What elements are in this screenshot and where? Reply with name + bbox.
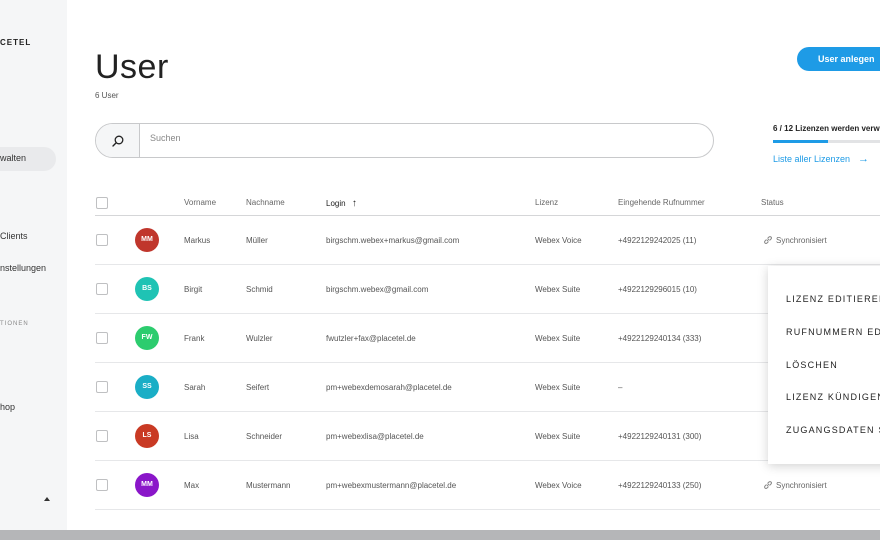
- cell-lizenz: Webex Voice: [535, 236, 582, 245]
- cell-nachname: Schmid: [246, 285, 273, 294]
- user-count: 6 User: [95, 91, 119, 100]
- sidebar-item-einstellungen[interactable]: nstellungen: [0, 263, 46, 273]
- cell-rufnummer: +4922129240133 (250): [618, 481, 702, 490]
- search-bar: [95, 123, 714, 158]
- row-checkbox[interactable]: [96, 430, 108, 442]
- cell-lizenz: Webex Suite: [535, 334, 581, 343]
- cell-vorname: Lisa: [184, 432, 199, 441]
- cell-login: pm+webexmustermann@placetel.de: [326, 481, 457, 490]
- search-input[interactable]: [150, 133, 650, 143]
- all-licenses-link-label: Liste aller Lizenzen: [773, 154, 851, 164]
- sidebar-item-user-verwalten[interactable]: walten: [0, 153, 26, 163]
- avatar: BS: [135, 277, 159, 301]
- arrow-right-icon: →: [858, 153, 870, 165]
- cell-login: fwutzler+fax@placetel.de: [326, 334, 416, 343]
- table-row[interactable]: SS Sarah Seifert pm+webexdemosarah@placetel…: [95, 363, 880, 412]
- row-checkbox[interactable]: [96, 479, 108, 491]
- table-header: Vorname Nachname Login ↑ Lizenz Eingehen…: [95, 191, 880, 216]
- status-badge: Synchronisiert: [763, 480, 827, 490]
- avatar: MM: [135, 473, 159, 497]
- table-body: MM Markus Müller birgschm.webex+markus@gmai…: [95, 216, 880, 510]
- cell-rufnummer: +4922129240131 (300): [618, 432, 702, 441]
- table-row[interactable]: FW Frank Wulzler fwutzler+fax@placetel.de We…: [95, 314, 880, 363]
- cell-lizenz: Webex Voice: [535, 481, 582, 490]
- link-icon: [764, 236, 772, 244]
- cell-vorname: Max: [184, 481, 200, 490]
- cell-login: birgschm.webex+markus@gmail.com: [326, 236, 460, 245]
- row-checkbox[interactable]: [96, 381, 108, 393]
- collapse-sidebar-icon[interactable]: [44, 497, 50, 501]
- avatar: LS: [135, 424, 159, 448]
- logo: CETEL: [0, 38, 32, 47]
- column-login-label: Login: [326, 199, 346, 208]
- column-rufnummer[interactable]: Eingehende Rufnummer: [618, 198, 705, 207]
- row-checkbox[interactable]: [96, 234, 108, 246]
- column-nachname[interactable]: Nachname: [246, 198, 285, 207]
- avatar: MM: [135, 228, 159, 252]
- cell-nachname: Schneider: [246, 432, 283, 441]
- cell-login: pm+webexlisa@placetel.de: [326, 432, 424, 441]
- table-row[interactable]: BS Birgit Schmid birgschm.webex@gmail.com We…: [95, 265, 880, 314]
- avatar: FW: [135, 326, 159, 350]
- sidebar-item-clients[interactable]: Clients: [0, 231, 28, 241]
- column-status[interactable]: Status: [761, 198, 784, 207]
- license-progress-bar: [773, 140, 880, 143]
- status-label: Synchronisiert: [776, 481, 827, 490]
- table-row[interactable]: LS Lisa Schneider pm+webexlisa@placetel.de W…: [95, 412, 880, 461]
- cell-vorname: Frank: [184, 334, 205, 343]
- cell-nachname: Mustermann: [246, 481, 291, 490]
- table-row[interactable]: MM Markus Müller birgschm.webex+markus@gmai…: [95, 216, 880, 265]
- menu-item-edit-license[interactable]: LIZENZ EDITIEREN: [786, 294, 880, 304]
- search-button[interactable]: [96, 124, 140, 157]
- add-user-button[interactable]: User anlegen: [797, 47, 880, 71]
- bottom-bar: [0, 530, 880, 540]
- users-table: Vorname Nachname Login ↑ Lizenz Eingehen…: [95, 191, 880, 510]
- select-all-checkbox[interactable]: [96, 197, 108, 209]
- status-badge: Synchronisiert: [763, 235, 827, 245]
- license-progress-fill: [773, 140, 828, 143]
- cell-rufnummer: +4922129242025 (11): [618, 236, 697, 245]
- cell-login: pm+webexdemosarah@placetel.de: [326, 383, 452, 392]
- cell-vorname: Birgit: [184, 285, 203, 294]
- cell-vorname: Sarah: [184, 383, 206, 392]
- sidebar: CETEL walten Clients nstellungen TIONEN …: [0, 0, 67, 530]
- menu-item-credentials[interactable]: ZUGANGSDATEN S: [786, 425, 880, 435]
- cell-nachname: Müller: [246, 236, 268, 245]
- menu-item-edit-numbers[interactable]: RUFNUMMERN EDI: [786, 327, 880, 337]
- cell-lizenz: Webex Suite: [535, 432, 581, 441]
- status-label: Synchronisiert: [776, 236, 827, 245]
- cell-nachname: Wulzler: [246, 334, 273, 343]
- sidebar-item-shop[interactable]: hop: [0, 402, 15, 412]
- cell-rufnummer: +4922129296015 (10): [618, 285, 697, 294]
- column-lizenz[interactable]: Lizenz: [535, 198, 558, 207]
- menu-item-delete[interactable]: LÖSCHEN: [786, 360, 838, 370]
- link-icon: [764, 481, 772, 489]
- cell-login: birgschm.webex@gmail.com: [326, 285, 429, 294]
- page-title: User: [95, 48, 169, 86]
- column-vorname[interactable]: Vorname: [184, 198, 216, 207]
- avatar: SS: [135, 375, 159, 399]
- row-checkbox[interactable]: [96, 332, 108, 344]
- search-icon: [112, 135, 124, 147]
- cell-lizenz: Webex Suite: [535, 383, 581, 392]
- menu-item-cancel-license[interactable]: LIZENZ KÜNDIGEN: [786, 392, 880, 402]
- column-login[interactable]: Login ↑: [326, 198, 357, 209]
- cell-rufnummer: –: [618, 383, 623, 392]
- license-summary: 6 / 12 Lizenzen werden verw: [773, 124, 880, 133]
- sort-ascending-icon: ↑: [351, 198, 357, 209]
- row-context-menu: LIZENZ EDITIEREN RUFNUMMERN EDI LÖSCHEN …: [768, 266, 880, 464]
- cell-lizenz: Webex Suite: [535, 285, 581, 294]
- row-checkbox[interactable]: [96, 283, 108, 295]
- table-row[interactable]: MM Max Mustermann pm+webexmustermann@placet…: [95, 461, 880, 510]
- cell-nachname: Seifert: [246, 383, 270, 392]
- cell-vorname: Markus: [184, 236, 211, 245]
- all-licenses-link[interactable]: Liste aller Lizenzen →: [773, 153, 869, 165]
- cell-rufnummer: +4922129240134 (333): [618, 334, 702, 343]
- sidebar-section-label: TIONEN: [0, 321, 29, 327]
